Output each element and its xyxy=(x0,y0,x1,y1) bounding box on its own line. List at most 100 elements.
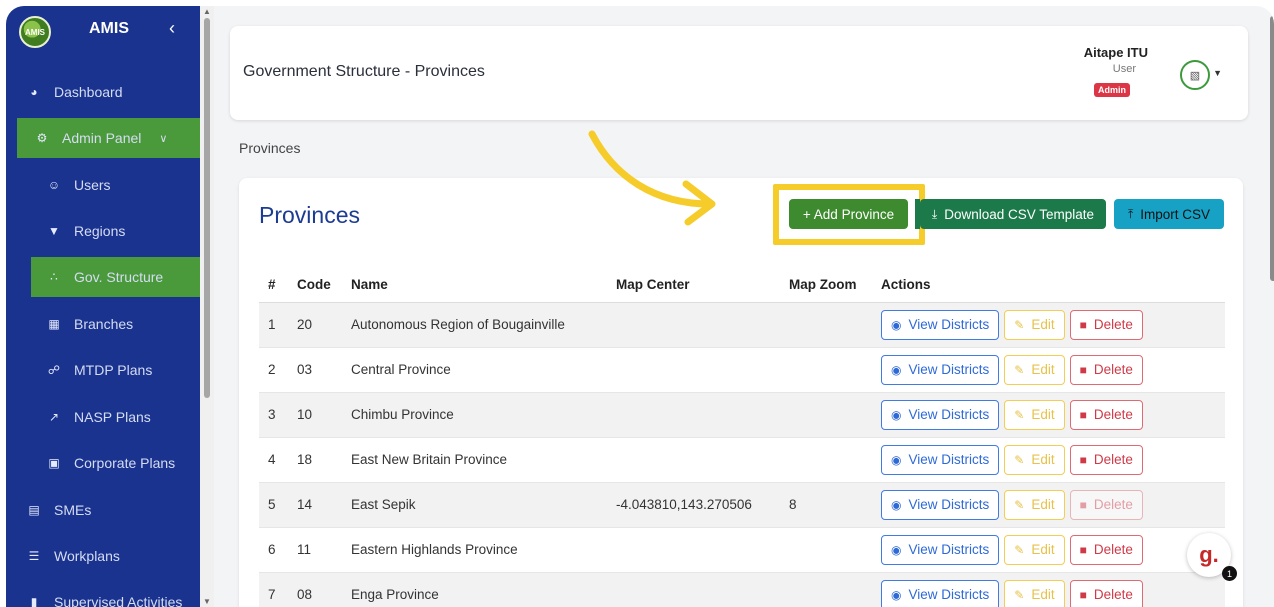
edit-button[interactable]: ✎ Edit xyxy=(1004,399,1065,430)
sidebar-item-label: Regions xyxy=(74,223,126,239)
sidebar-item-workplans[interactable]: ☰ Workplans xyxy=(6,536,200,576)
cell-map-zoom xyxy=(780,301,872,347)
eye-icon: ◉ xyxy=(891,452,902,467)
trash-icon: ■ xyxy=(1079,542,1087,557)
cell-code: 03 xyxy=(288,346,342,392)
sidebar-item-gov-structure[interactable]: ∴ Gov. Structure xyxy=(31,257,200,297)
edit-button[interactable]: ✎ Edit xyxy=(1004,309,1065,340)
notification-count-badge: 1 xyxy=(1222,566,1237,581)
cell-map-center xyxy=(607,346,780,392)
eye-icon: ◉ xyxy=(891,497,902,512)
image-icon: ▧ xyxy=(1189,69,1201,82)
view-districts-label: View Districts xyxy=(908,317,990,332)
view-districts-label: View Districts xyxy=(908,542,990,557)
sidebar-scrollbar[interactable]: ▲ ▼ xyxy=(200,6,214,607)
sidebar-item-regions[interactable]: ▼ Regions xyxy=(6,211,200,251)
sidebar-brand: AMIS AMIS ‹ xyxy=(6,6,200,56)
sidebar-item-supervised-activities[interactable]: ▮ Supervised Activities xyxy=(6,582,200,607)
cell-map-center xyxy=(607,436,780,482)
sidebar-item-users[interactable]: ☺ Users xyxy=(6,165,200,205)
edit-label: Edit xyxy=(1031,407,1055,422)
trash-icon: ■ xyxy=(1079,407,1087,422)
annotation-arrow xyxy=(588,130,716,226)
trash-icon: ■ xyxy=(1079,497,1087,512)
chevron-down-icon: ∨ xyxy=(159,132,168,145)
delete-button[interactable]: ■ Delete xyxy=(1069,399,1143,430)
sidebar-item-admin-panel[interactable]: ⚙ Admin Panel ∨ xyxy=(17,118,200,158)
sidebar-item-label: Users xyxy=(74,177,111,193)
store-icon: ▤ xyxy=(28,503,40,517)
caret-down-icon[interactable]: ▼ xyxy=(1213,68,1222,78)
view-districts-label: View Districts xyxy=(908,452,990,467)
delete-label: Delete xyxy=(1093,362,1133,377)
sidebar-item-dashboard[interactable]: ◕ Dashboard xyxy=(6,72,200,112)
cell-map-zoom xyxy=(780,436,872,482)
delete-button[interactable]: ■ Delete xyxy=(1069,489,1143,520)
delete-button[interactable]: ■ Delete xyxy=(1069,579,1143,607)
sidebar-item-corporate-plans[interactable]: ▣ Corporate Plans xyxy=(6,443,200,483)
trash-icon: ■ xyxy=(1079,317,1087,332)
view-districts-button[interactable]: ◉ View Districts xyxy=(881,354,1000,385)
table-row: 3 10 Chimbu Province ◉ View Districts ✎ Edit ■ D… xyxy=(259,391,1225,437)
cell-code: 18 xyxy=(288,436,342,482)
delete-button[interactable]: ■ Delete xyxy=(1069,309,1143,340)
edit-label: Edit xyxy=(1031,542,1055,557)
brand-title: AMIS xyxy=(89,20,129,37)
delete-label: Delete xyxy=(1093,542,1133,557)
col-name: Name xyxy=(342,267,607,303)
cell-name: Central Province xyxy=(342,346,607,392)
sidebar-item-nasp-plans[interactable]: ↗ NASP Plans xyxy=(6,397,200,437)
sidebar-item-mtdp-plans[interactable]: ☍ MTDP Plans xyxy=(6,350,200,390)
view-districts-button[interactable]: ◉ View Districts xyxy=(881,489,1000,520)
delete-label: Delete xyxy=(1093,317,1133,332)
edit-button[interactable]: ✎ Edit xyxy=(1004,489,1065,520)
edit-button[interactable]: ✎ Edit xyxy=(1004,354,1065,385)
cell-map-center xyxy=(607,301,780,347)
cell-actions: ◉ View Districts ✎ Edit ■ Delete xyxy=(872,346,1225,392)
trash-icon: ■ xyxy=(1079,452,1087,467)
chevron-left-icon[interactable]: ‹ xyxy=(169,18,175,39)
list-icon: ☰ xyxy=(28,549,40,563)
download-icon: ⤓ xyxy=(931,206,938,221)
view-districts-button[interactable]: ◉ View Districts xyxy=(881,444,1000,475)
cell-actions: ◉ View Districts ✎ Edit ■ Delete xyxy=(872,481,1225,527)
sidebar-item-label: Branches xyxy=(74,316,134,332)
delete-button[interactable]: ■ Delete xyxy=(1069,534,1143,565)
edit-icon: ✎ xyxy=(1014,407,1025,422)
avatar[interactable]: ▧ xyxy=(1180,60,1210,90)
scroll-down-icon[interactable]: ▼ xyxy=(203,597,211,606)
sidebar-item-smes[interactable]: ▤ SMEs xyxy=(6,490,200,530)
view-districts-button[interactable]: ◉ View Districts xyxy=(881,579,1000,607)
col-actions: Actions xyxy=(872,267,1225,303)
edit-icon: ✎ xyxy=(1014,587,1025,602)
network-icon: ☍ xyxy=(47,363,61,377)
cell-num: 2 xyxy=(259,346,288,392)
eye-icon: ◉ xyxy=(891,362,902,377)
view-districts-button[interactable]: ◉ View Districts xyxy=(881,309,1000,340)
cell-actions: ◉ View Districts ✎ Edit ■ Delete xyxy=(872,571,1225,607)
edit-button[interactable]: ✎ Edit xyxy=(1004,444,1065,475)
scroll-up-icon[interactable]: ▲ xyxy=(203,7,211,16)
table-row: 2 03 Central Province ◉ View Districts ✎ Edit ■… xyxy=(259,346,1225,392)
cell-map-zoom: 8 xyxy=(780,481,872,527)
sidebar-item-branches[interactable]: ▦ Branches xyxy=(6,304,200,344)
edit-button[interactable]: ✎ Edit xyxy=(1004,534,1065,565)
sidebar-item-label: Workplans xyxy=(54,548,120,564)
cell-name: East Sepik xyxy=(342,481,607,527)
view-districts-button[interactable]: ◉ View Districts xyxy=(881,399,1000,430)
download-csv-template-button[interactable]: ⤓ Download CSV Template xyxy=(920,199,1106,229)
delete-button[interactable]: ■ Delete xyxy=(1069,354,1143,385)
sidebar-item-label: Supervised Activities xyxy=(54,594,183,607)
view-districts-button[interactable]: ◉ View Districts xyxy=(881,534,1000,565)
scroll-thumb[interactable] xyxy=(204,18,210,398)
cell-map-zoom xyxy=(780,391,872,437)
edit-button[interactable]: ✎ Edit xyxy=(1004,579,1065,607)
delete-button[interactable]: ■ Delete xyxy=(1069,444,1143,475)
cell-num: 5 xyxy=(259,481,288,527)
briefcase-icon: ▣ xyxy=(48,456,60,470)
import-csv-button[interactable]: ⤒ Import CSV xyxy=(1114,199,1224,229)
edit-label: Edit xyxy=(1031,497,1055,512)
page-scrollbar[interactable] xyxy=(1270,16,1274,281)
trash-icon: ■ xyxy=(1079,587,1087,602)
edit-label: Edit xyxy=(1031,452,1055,467)
